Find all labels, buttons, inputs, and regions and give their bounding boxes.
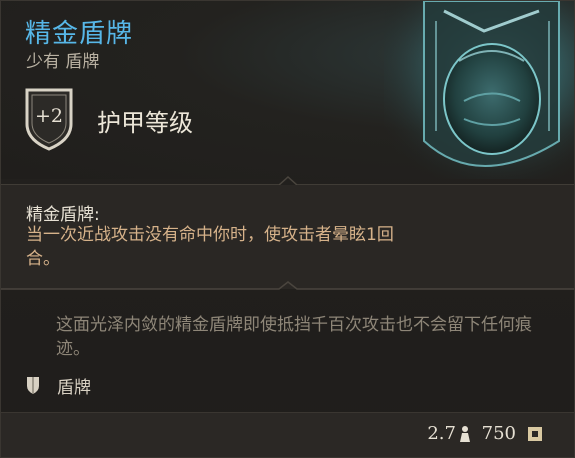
item-name: 精金盾牌 [25, 19, 134, 49]
effect-description: 当一次近战攻击没有命中你时，使攻击者晕眩1回合。 [26, 225, 394, 269]
item-tooltip: 精金盾牌 少有 盾牌 +2 护甲等级 精金盾牌: 当一次近战攻击没有命中你时，使… [0, 0, 575, 458]
armor-class-label: 护甲等级 [97, 109, 193, 137]
weight-icon [460, 426, 470, 442]
armor-class-value: +2 [34, 105, 63, 127]
flavor-text: 这面光泽内敛的精金盾牌即使抵挡千百次攻击也不会留下任何痕迹。 [56, 315, 532, 359]
gold-coin-icon [528, 427, 542, 441]
item-weight: 2.7 [427, 423, 456, 444]
shield-icon [27, 377, 39, 394]
item-artwork [384, 1, 574, 179]
section-divider [1, 281, 574, 290]
item-type-label: 盾牌 [57, 378, 91, 398]
item-value: 750 [481, 423, 516, 444]
item-rarity-type: 少有 盾牌 [26, 52, 100, 72]
effect-title: 精金盾牌: [26, 205, 100, 225]
